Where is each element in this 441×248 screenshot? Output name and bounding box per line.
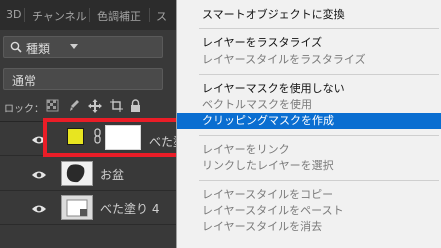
tab-3d[interactable]: 3D bbox=[6, 8, 21, 21]
layer-thumbnail bbox=[61, 161, 93, 186]
menu-item-paste-layer-style[interactable]: レイヤースタイルをペースト bbox=[177, 203, 441, 219]
lock-transparent-pixels-icon[interactable] bbox=[46, 99, 59, 112]
tray-shape-icon bbox=[66, 164, 85, 183]
menu-separator bbox=[199, 180, 439, 181]
tab-channels[interactable]: チャンネル bbox=[32, 8, 87, 24]
menu-item-copy-layer-style[interactable]: レイヤースタイルをコピー bbox=[177, 187, 441, 203]
tab-divider bbox=[24, 8, 25, 22]
lock-row: ロック： bbox=[0, 96, 176, 118]
layer-name: お盆 bbox=[100, 168, 125, 182]
tab-more[interactable]: ス bbox=[156, 8, 167, 24]
search-icon bbox=[10, 41, 22, 53]
menu-item-enable-vector-mask[interactable]: ベクトルマスクを使用 bbox=[177, 97, 441, 113]
panel-tab-bar: 3D チャンネル 色調補正 ス bbox=[0, 0, 176, 30]
menu-separator bbox=[199, 135, 439, 136]
menu-item-select-linked-layers[interactable]: リンクしたレイヤーを選択 bbox=[177, 158, 441, 174]
layer-filter-select[interactable]: 種類 bbox=[3, 36, 163, 58]
context-menu: スマートオブジェクトに変換 レイヤーをラスタライズ レイヤースタイルをラスタライ… bbox=[176, 0, 441, 248]
menu-item-disable-layer-mask[interactable]: レイヤーマスクを使用しない bbox=[177, 81, 441, 97]
move-icon[interactable] bbox=[88, 99, 102, 113]
layer-name: べた塗り 4 bbox=[100, 202, 160, 216]
filter-label: 種類 bbox=[26, 42, 51, 56]
menu-separator bbox=[199, 74, 439, 75]
menu-item-convert-smart-object[interactable]: スマートオブジェクトに変換 bbox=[177, 7, 441, 23]
layers-panel: 3D チャンネル 色調補正 ス 種類 通常 ロック： べた塗 お盆 べた塗り 4 bbox=[0, 0, 185, 248]
lock-icon[interactable] bbox=[130, 99, 141, 112]
tab-divider bbox=[149, 8, 150, 22]
chevron-down-icon bbox=[70, 44, 78, 49]
tab-adjustments[interactable]: 色調補正 bbox=[97, 8, 141, 24]
menu-item-rasterize-layer[interactable]: レイヤーをラスタライズ bbox=[177, 35, 441, 51]
layer-thumbnail bbox=[61, 195, 93, 220]
menu-item-create-clipping-mask[interactable]: クリッピングマスクを作成 bbox=[177, 113, 441, 129]
layer-row[interactable]: お盆 bbox=[0, 157, 176, 191]
artboard-icon[interactable] bbox=[110, 99, 123, 112]
lock-label: ロック： bbox=[4, 104, 44, 115]
blend-mode-label: 通常 bbox=[12, 74, 37, 88]
annotation-highlight-box bbox=[43, 118, 180, 157]
tab-divider bbox=[89, 8, 90, 22]
visibility-eye-icon[interactable] bbox=[31, 204, 47, 214]
blend-mode-select[interactable]: 通常 bbox=[3, 68, 163, 90]
layer-row[interactable]: べた塗り 4 bbox=[0, 191, 176, 225]
menu-item-clear-layer-style[interactable]: レイヤースタイルを消去 bbox=[177, 219, 441, 235]
brush-icon[interactable] bbox=[68, 99, 80, 112]
menu-separator bbox=[199, 28, 439, 29]
visibility-eye-icon[interactable] bbox=[31, 170, 47, 180]
menu-item-rasterize-layer-style[interactable]: レイヤースタイルをラスタライズ bbox=[177, 52, 441, 68]
page-shape-icon bbox=[66, 199, 88, 217]
menu-item-link-layers[interactable]: レイヤーをリンク bbox=[177, 142, 441, 158]
